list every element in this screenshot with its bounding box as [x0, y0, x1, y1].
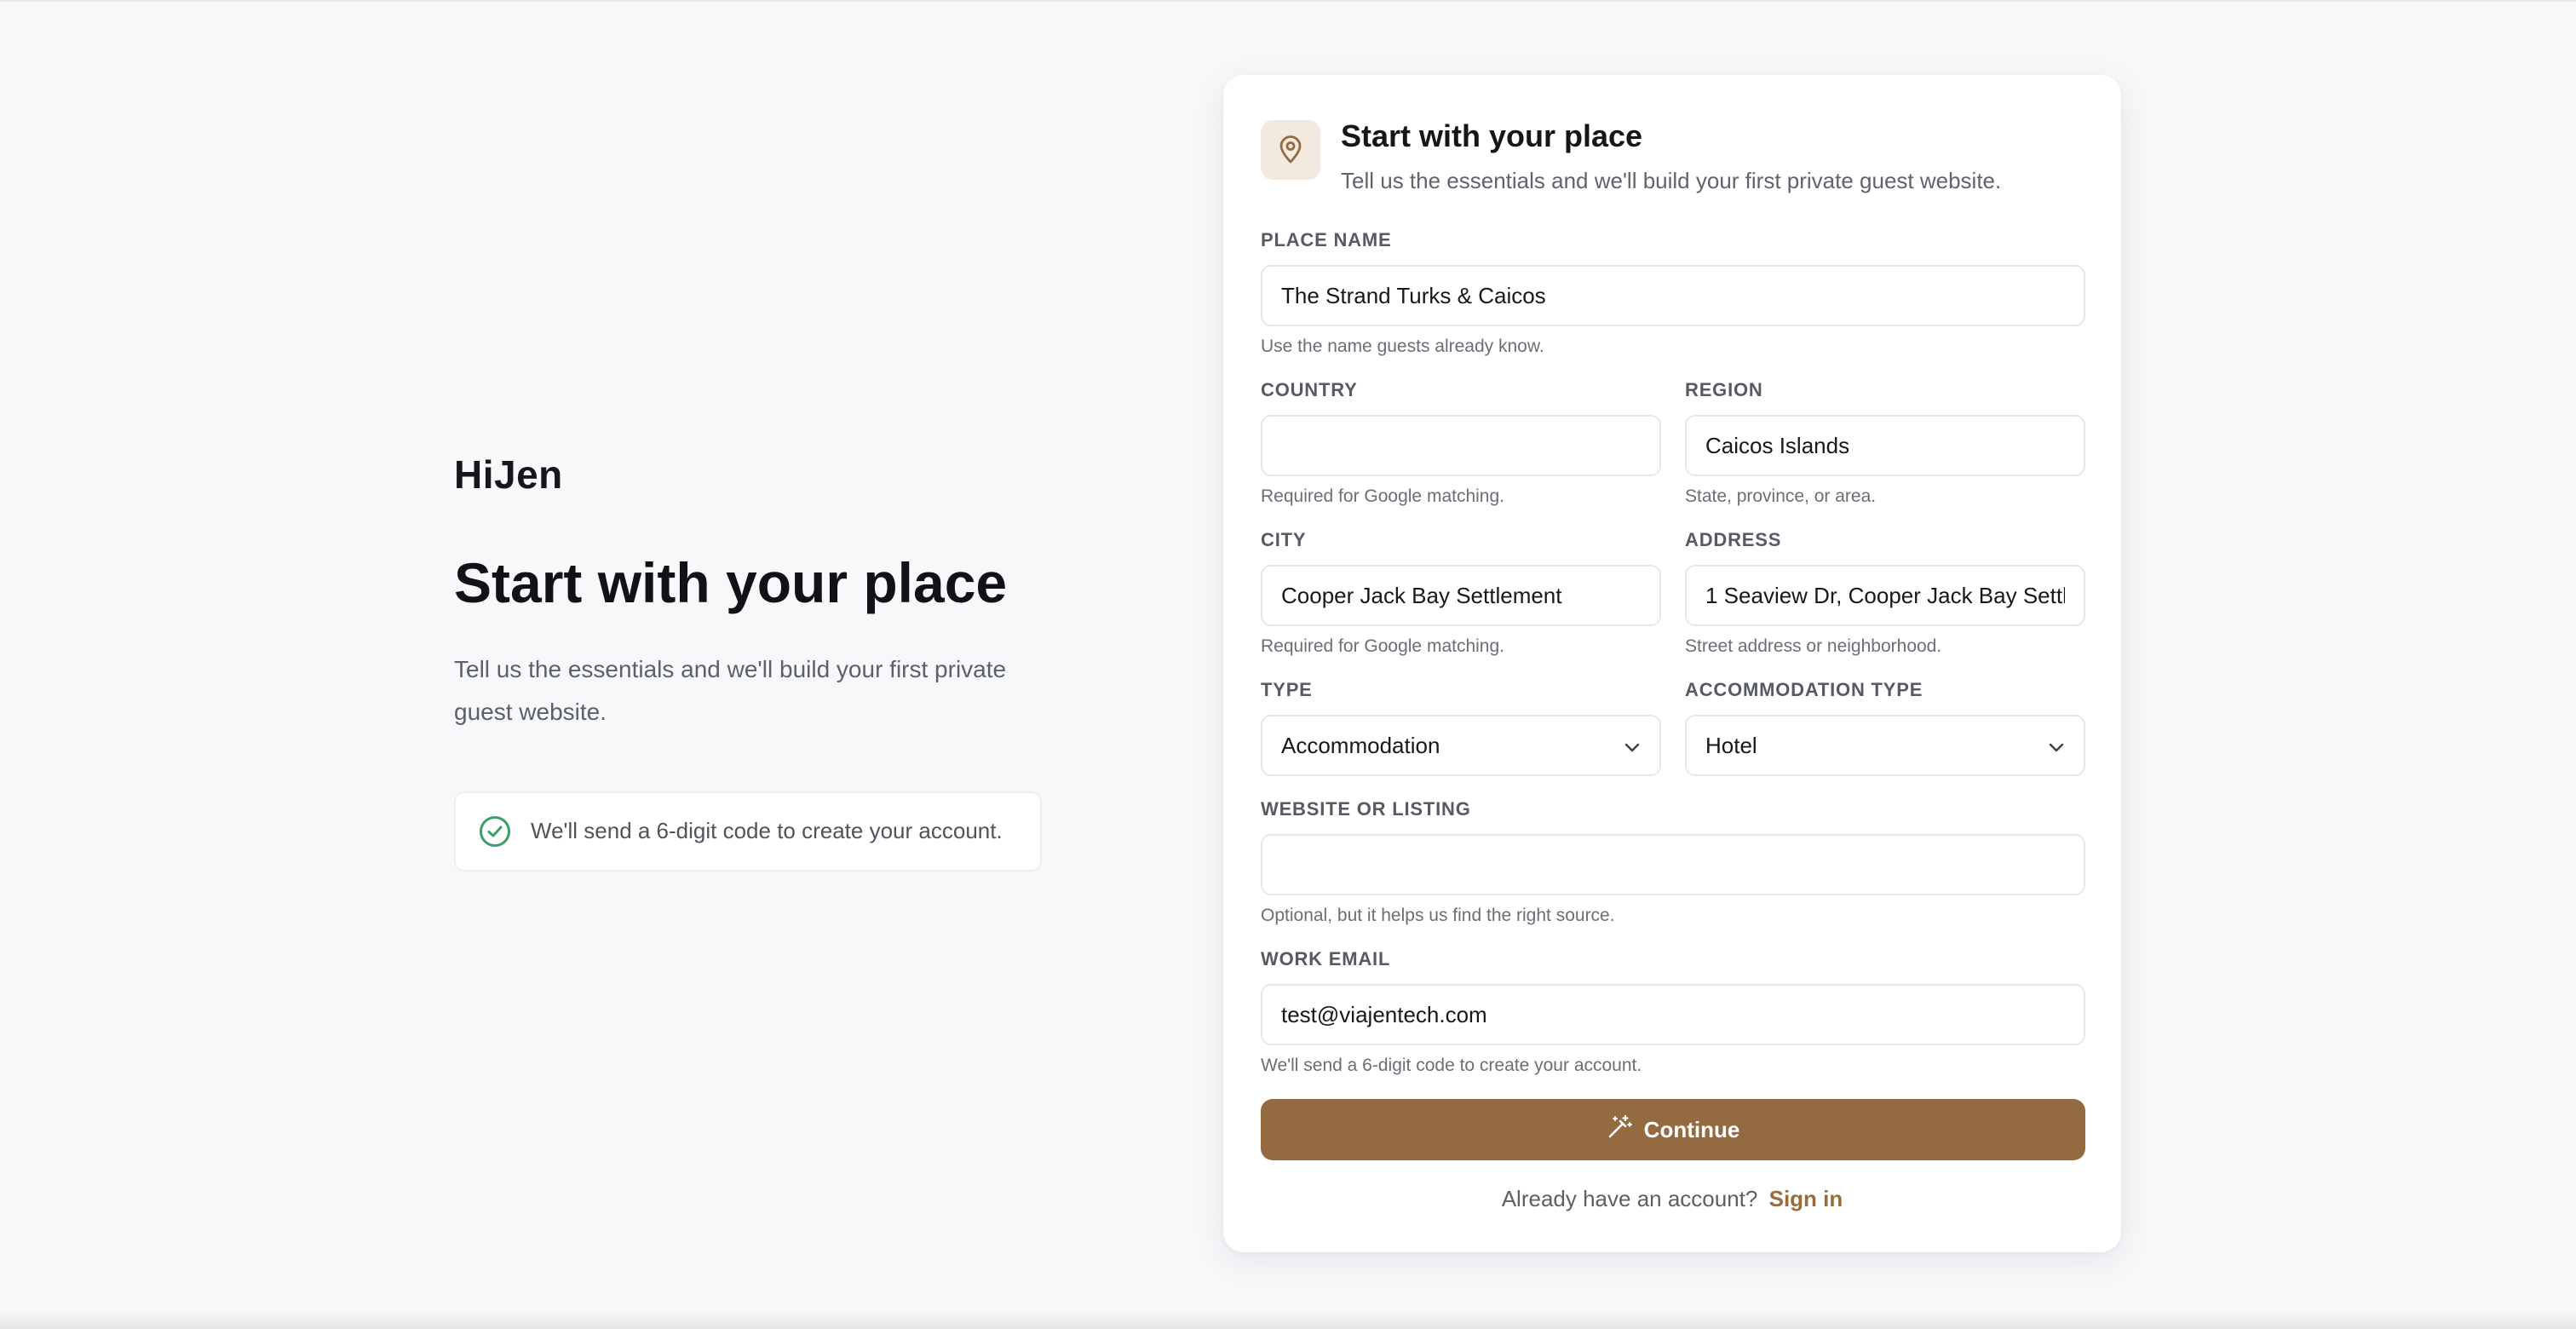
- email-label: WORK EMAIL: [1261, 948, 1391, 969]
- city-input-box: [1261, 565, 1661, 626]
- type-select[interactable]: Accommodation: [1261, 715, 1661, 776]
- country-field: COUNTRY Required for Google matching.: [1261, 379, 1661, 507]
- country-input[interactable]: [1281, 432, 1641, 459]
- country-input-box: [1261, 415, 1661, 476]
- region-help: State, province, or area.: [1685, 486, 1877, 506]
- region-field: REGION State, province, or area.: [1685, 379, 2085, 507]
- address-label: ADDRESS: [1685, 529, 1782, 550]
- region-input[interactable]: [1705, 432, 2065, 459]
- website-input-box: [1261, 834, 2085, 895]
- type-label: TYPE: [1261, 679, 1313, 700]
- place-name-help: Use the name guests already know.: [1261, 337, 1544, 356]
- website-input[interactable]: [1281, 851, 2065, 878]
- region-input-box: [1685, 415, 2085, 476]
- page: HiJen Start with your place Tell us the …: [0, 0, 2576, 1329]
- address-field: ADDRESS Street address or neighborhood.: [1685, 529, 2085, 657]
- city-help: Required for Google matching.: [1261, 636, 1504, 656]
- type-select-value: Accommodation: [1281, 732, 1440, 758]
- accommodation-type-label: ACCOMMODATION TYPE: [1685, 679, 1923, 700]
- place-name-field: PLACE NAME Use the name guests already k…: [1261, 229, 2085, 357]
- signin-link[interactable]: Sign in: [1769, 1186, 1843, 1211]
- website-label: WEBSITE OR LISTING: [1261, 798, 1471, 820]
- card-title: Start with your place: [1341, 118, 1643, 153]
- email-input[interactable]: [1281, 1001, 2065, 1028]
- place-name-input[interactable]: [1281, 282, 2065, 309]
- signin-prompt: Already have an account?: [1501, 1186, 1758, 1211]
- signin-row: Already have an account? Sign in: [1223, 1186, 2121, 1212]
- continue-button[interactable]: Continue: [1261, 1099, 2085, 1160]
- email-input-box: [1261, 984, 2085, 1045]
- card-subtitle: Tell us the essentials and we'll build y…: [1341, 168, 2002, 193]
- email-help: We'll send a 6-digit code to create your…: [1261, 1056, 1642, 1075]
- place-name-input-box: [1261, 265, 2085, 326]
- website-help: Optional, but it helps us find the right…: [1261, 906, 1615, 925]
- signup-card: Start with your place Tell us the essent…: [1223, 75, 2121, 1252]
- place-name-label: PLACE NAME: [1261, 229, 1392, 250]
- bottom-shadow: [0, 1310, 2576, 1329]
- accommodation-type-select[interactable]: Hotel: [1685, 715, 2085, 776]
- brand-logo: HiJen: [454, 452, 563, 497]
- address-help: Street address or neighborhood.: [1685, 636, 1942, 656]
- type-field: TYPE Accommodation: [1261, 679, 1661, 776]
- city-field: CITY Required for Google matching.: [1261, 529, 1661, 657]
- intro-panel: HiJen Start with your place Tell us the …: [454, 452, 1050, 872]
- map-pin-icon: [1261, 120, 1320, 180]
- region-label: REGION: [1685, 379, 1763, 400]
- check-circle-icon: [480, 815, 510, 847]
- accommodation-type-select-value: Hotel: [1705, 732, 1757, 758]
- card-header: Start with your place Tell us the essent…: [1261, 118, 2002, 194]
- address-input[interactable]: [1705, 582, 2065, 609]
- continue-button-label: Continue: [1643, 1116, 1740, 1142]
- hero-subtitle: Tell us the essentials and we'll build y…: [454, 655, 1007, 725]
- country-help: Required for Google matching.: [1261, 486, 1504, 506]
- chevron-down-icon: [2048, 733, 2065, 759]
- top-divider: [0, 0, 2576, 2]
- address-input-box: [1685, 565, 2085, 626]
- magic-wand-icon: [1607, 1114, 1632, 1146]
- card-header-text: Start with your place Tell us the essent…: [1341, 118, 2002, 194]
- city-label: CITY: [1261, 529, 1307, 550]
- email-field: WORK EMAIL We'll send a 6-digit code to …: [1261, 948, 2085, 1076]
- info-note-text: We'll send a 6-digit code to create your…: [531, 818, 1003, 844]
- website-field: WEBSITE OR LISTING Optional, but it help…: [1261, 798, 2085, 926]
- chevron-down-icon: [1624, 733, 1641, 759]
- city-input[interactable]: [1281, 582, 1641, 609]
- info-note: We'll send a 6-digit code to create your…: [454, 791, 1042, 872]
- accommodation-type-field: ACCOMMODATION TYPE Hotel: [1685, 679, 2085, 776]
- hero-title: Start with your place: [454, 551, 1008, 614]
- country-label: COUNTRY: [1261, 379, 1358, 400]
